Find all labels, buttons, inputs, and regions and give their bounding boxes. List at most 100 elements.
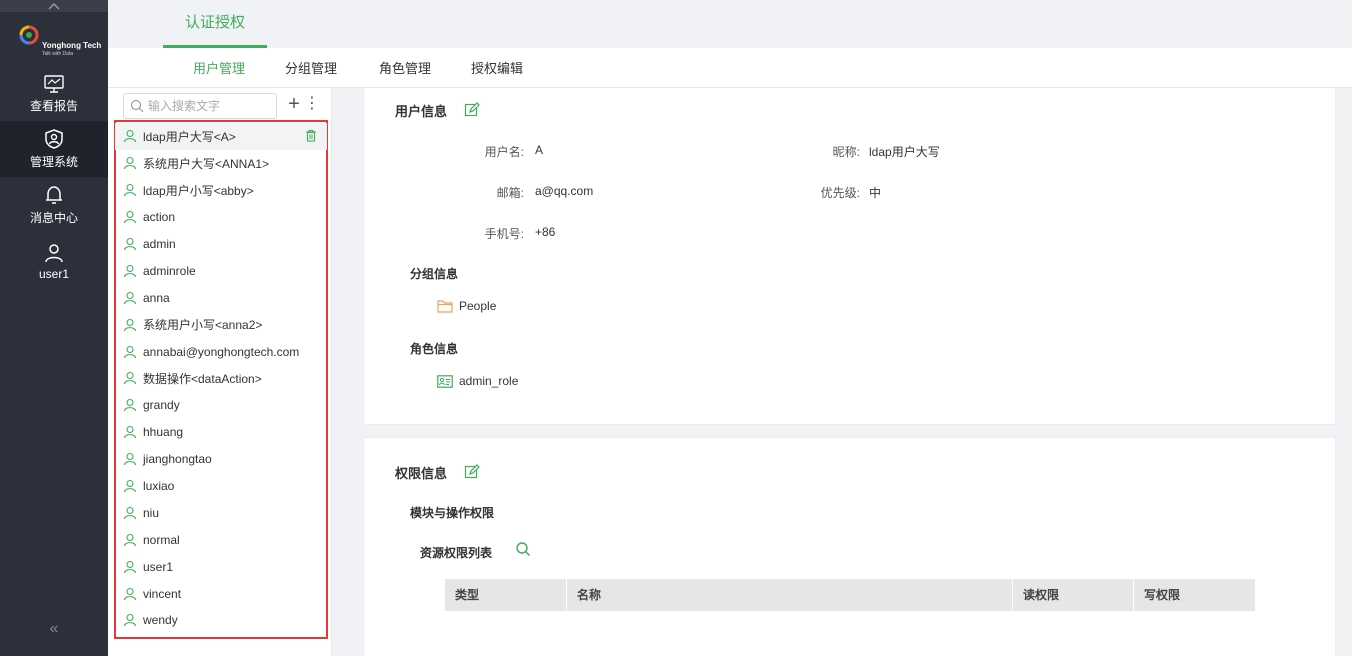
logo: Yonghong Tech Talk with Data bbox=[18, 24, 102, 60]
user-name: normal bbox=[143, 532, 180, 547]
user-name: 数据操作<dataAction> bbox=[143, 371, 262, 386]
user-info-title: 用户信息 bbox=[395, 104, 448, 119]
user-list-item[interactable]: user1 bbox=[115, 553, 327, 580]
user-list-item[interactable]: action bbox=[115, 204, 327, 231]
role-name: admin_role bbox=[459, 374, 519, 388]
user-name: wendy bbox=[143, 613, 178, 628]
user-list-item[interactable]: admin bbox=[115, 231, 327, 258]
user-icon bbox=[123, 345, 137, 359]
user-list-item[interactable]: anna bbox=[115, 284, 327, 311]
edit-icon[interactable] bbox=[464, 102, 480, 118]
user-list-item[interactable]: hhuang bbox=[115, 419, 327, 446]
user-list-item[interactable]: adminrole bbox=[115, 257, 327, 284]
user-list-item[interactable]: grandy bbox=[115, 392, 327, 419]
tab-group-management[interactable]: 分组管理 bbox=[285, 48, 337, 88]
add-user-button[interactable]: + bbox=[286, 93, 302, 117]
nickname-label: 昵称: bbox=[832, 145, 860, 159]
collapse-nav-button[interactable]: « bbox=[0, 620, 108, 638]
folder-icon bbox=[437, 300, 453, 313]
resource-permission-title: 资源权限列表 bbox=[420, 546, 493, 560]
user-list-panel: + ⋮ ldap用户大写<A> 系统用户大写<ANNA1> ldap用户小写<abb… bbox=[108, 88, 332, 656]
user-list: ldap用户大写<A> 系统用户大写<ANNA1> ldap用户小写<abby> ac… bbox=[115, 123, 327, 634]
column-header-type[interactable]: 类型 bbox=[445, 579, 567, 611]
group-name: People bbox=[459, 299, 497, 313]
user-name: jianghongtao bbox=[143, 452, 212, 467]
column-header-write[interactable]: 写权限 bbox=[1134, 579, 1255, 611]
column-header-name[interactable]: 名称 bbox=[567, 579, 1013, 611]
logo-title: Yonghong Tech bbox=[42, 41, 102, 50]
nav-item-label: user1 bbox=[38, 266, 70, 281]
edit-icon[interactable] bbox=[464, 464, 480, 480]
chevron-up-icon bbox=[48, 2, 60, 10]
user-name: hhuang bbox=[143, 425, 184, 440]
column-header-read[interactable]: 读权限 bbox=[1013, 579, 1134, 611]
user-list-item[interactable]: jianghongtao bbox=[115, 446, 327, 473]
priority-label: 优先级: bbox=[820, 186, 860, 200]
user-icon bbox=[123, 452, 137, 466]
resource-permission-table-header: 类型 名称 读权限 写权限 bbox=[445, 579, 1255, 611]
user-icon bbox=[123, 237, 137, 251]
user-list-item[interactable]: annabai@yonghongtech.com bbox=[115, 338, 327, 365]
collapse-top-button[interactable] bbox=[0, 0, 108, 12]
tab-role-management[interactable]: 角色管理 bbox=[379, 48, 431, 88]
user-icon bbox=[123, 479, 137, 493]
user-list-item[interactable]: ldap用户小写<abby> bbox=[115, 177, 327, 204]
search-icon[interactable] bbox=[515, 541, 531, 557]
user-list-item[interactable]: vincent bbox=[115, 580, 327, 607]
user-icon bbox=[123, 291, 137, 305]
user-icon bbox=[123, 264, 137, 278]
nav-item-messages[interactable]: 消息中心 bbox=[0, 177, 108, 233]
user-name: annabai@yonghongtech.com bbox=[143, 344, 300, 359]
user-icon bbox=[45, 243, 63, 262]
user-icon bbox=[123, 560, 137, 574]
user-list-item[interactable]: normal bbox=[115, 526, 327, 553]
group-info-title: 分组信息 bbox=[410, 267, 459, 281]
user-list-item[interactable]: luxiao bbox=[115, 473, 327, 500]
user-icon bbox=[123, 613, 137, 627]
user-name: 系统用户大写<ANNA1> bbox=[143, 156, 270, 171]
tab-user-management[interactable]: 用户管理 bbox=[193, 48, 245, 88]
search-input[interactable] bbox=[148, 97, 272, 115]
id-card-icon bbox=[437, 374, 453, 388]
permission-info-card: 权限信息 模块与操作权限 资源权限列表 类型 名称 读权限 写权限 bbox=[363, 437, 1336, 656]
user-list-item[interactable]: niu bbox=[115, 499, 327, 526]
user-list-item[interactable]: ldap用户大写<A> bbox=[115, 123, 327, 150]
user-list-item[interactable]: 数据操作<dataAction> bbox=[115, 365, 327, 392]
email-value: a@qq.com bbox=[535, 184, 594, 198]
user-name: anna bbox=[143, 290, 170, 305]
user-name: vincent bbox=[143, 586, 182, 601]
search-icon bbox=[130, 99, 144, 113]
user-list-item[interactable]: 系统用户大写<ANNA1> bbox=[115, 150, 327, 177]
user-icon bbox=[123, 533, 137, 547]
user-icon bbox=[123, 156, 137, 170]
user-name: luxiao bbox=[143, 479, 175, 494]
shield-user-icon bbox=[45, 129, 63, 149]
user-name: ldap用户小写<abby> bbox=[143, 183, 254, 198]
user-name: admin bbox=[143, 237, 176, 251]
user-list-item[interactable]: wendy bbox=[115, 607, 327, 634]
module-permission-title: 模块与操作权限 bbox=[410, 506, 495, 520]
user-name: 系统用户小写<anna2> bbox=[143, 318, 263, 333]
nickname-value: ldap用户大写 bbox=[869, 145, 940, 159]
left-nav: Yonghong Tech Talk with Data 查看报告 管理系统 消… bbox=[0, 0, 108, 656]
tab-auth[interactable]: 认证授权 bbox=[163, 0, 267, 48]
tab-auth-edit[interactable]: 授权编辑 bbox=[471, 48, 523, 88]
sub-tab-bar: 用户管理 分组管理 角色管理 授权编辑 bbox=[108, 48, 1352, 88]
user-name: user1 bbox=[143, 559, 174, 574]
user-icon bbox=[123, 587, 137, 601]
priority-value: 中 bbox=[869, 186, 882, 200]
search-box bbox=[123, 93, 277, 119]
user-list-item[interactable]: 系统用户小写<anna2> bbox=[115, 311, 327, 338]
email-label: 邮箱: bbox=[496, 186, 524, 200]
nav-item-label: 查看报告 bbox=[29, 99, 78, 113]
delete-icon[interactable] bbox=[305, 129, 317, 145]
nav-item-reports[interactable]: 查看报告 bbox=[0, 66, 108, 122]
nav-item-user[interactable]: user1 bbox=[0, 233, 108, 289]
nav-item-admin[interactable]: 管理系统 bbox=[0, 121, 108, 177]
more-options-button[interactable]: ⋮ bbox=[304, 93, 320, 117]
nav-item-label: 管理系统 bbox=[29, 155, 78, 169]
user-name: action bbox=[143, 210, 176, 225]
user-icon bbox=[123, 398, 137, 412]
user-icon bbox=[123, 506, 137, 520]
user-icon bbox=[123, 318, 137, 332]
